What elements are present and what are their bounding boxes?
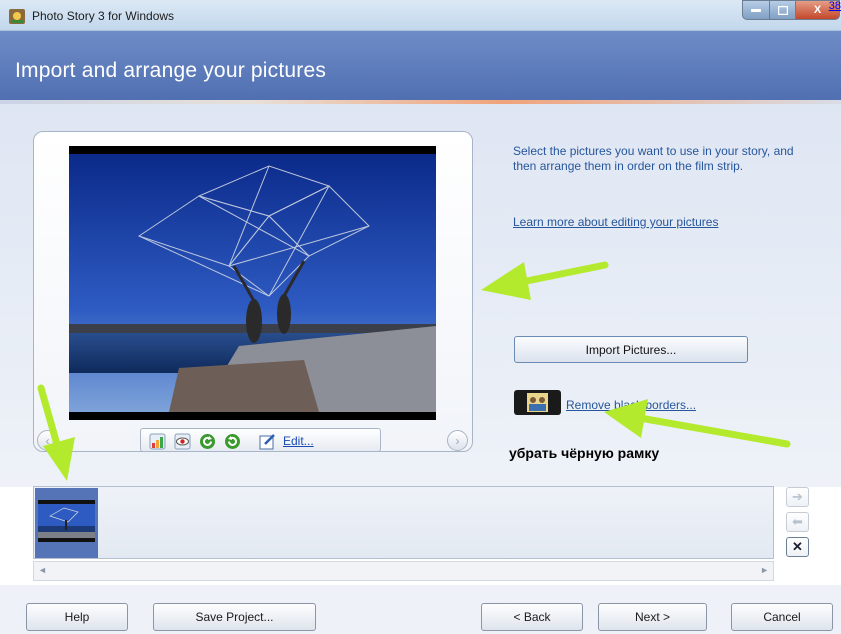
delete-picture-button[interactable]: ✕ — [786, 537, 809, 557]
import-pictures-button[interactable]: Import Pictures... — [514, 336, 748, 363]
scroll-left-icon[interactable]: ◄ — [38, 565, 47, 575]
annotation-caption: убрать чёрную рамку — [509, 445, 660, 461]
chevron-left-icon: ‹ — [45, 433, 50, 448]
film-strip — [33, 486, 774, 559]
edit-icon[interactable] — [259, 433, 276, 450]
rotate-left-icon[interactable] — [199, 433, 216, 450]
scroll-right-icon[interactable]: ► — [760, 565, 769, 575]
picture-preview[interactable] — [69, 146, 436, 420]
close-icon: X — [813, 4, 822, 16]
save-project-button[interactable]: Save Project... — [153, 603, 316, 631]
window-title: Photo Story 3 for Windows — [32, 9, 175, 23]
corner-link[interactable]: 38 — [829, 0, 841, 12]
previous-picture-button[interactable]: ‹ — [37, 430, 58, 451]
remove-black-borders-link[interactable]: Remove black borders... — [566, 398, 696, 412]
chevron-right-icon: › — [455, 433, 460, 448]
maximize-button[interactable] — [770, 0, 796, 20]
next-button[interactable]: Next > — [598, 603, 707, 631]
preview-image — [69, 154, 436, 412]
minimize-button[interactable] — [742, 0, 770, 20]
remove-borders-icon[interactable] — [514, 390, 561, 415]
minimize-icon — [751, 9, 761, 12]
red-eye-icon[interactable] — [174, 433, 191, 450]
move-picture-left-button[interactable]: ⬅ — [786, 512, 809, 532]
arrow-right-icon: ➔ — [792, 489, 803, 504]
instructions-text: Select the pictures you want to use in y… — [513, 144, 794, 173]
thumbnail-image[interactable] — [38, 500, 95, 542]
film-strip-scrollbar[interactable]: ◄ ► — [33, 561, 774, 581]
maximize-icon — [777, 5, 788, 15]
picture-toolbar: Edit... — [140, 428, 381, 452]
edit-link[interactable]: Edit... — [283, 434, 314, 448]
help-button[interactable]: Help — [26, 603, 128, 631]
arrow-left-icon: ⬅ — [792, 514, 803, 529]
learn-more-link[interactable]: Learn more about editing your pictures — [513, 215, 718, 229]
next-picture-button[interactable]: › — [447, 430, 468, 451]
page-title: Import and arrange your pictures — [15, 59, 327, 82]
auto-color-icon[interactable] — [149, 433, 166, 450]
page-header: Import and arrange your pictures — [0, 31, 841, 103]
delete-icon: ✕ — [792, 539, 803, 554]
cancel-button[interactable]: Cancel — [731, 603, 833, 631]
title-bar: Photo Story 3 for Windows X 38 — [0, 0, 841, 31]
move-picture-right-button[interactable]: ➔ — [786, 487, 809, 507]
rotate-right-icon[interactable] — [224, 433, 241, 450]
photo-story-app-icon — [9, 9, 25, 24]
back-button[interactable]: < Back — [481, 603, 583, 631]
